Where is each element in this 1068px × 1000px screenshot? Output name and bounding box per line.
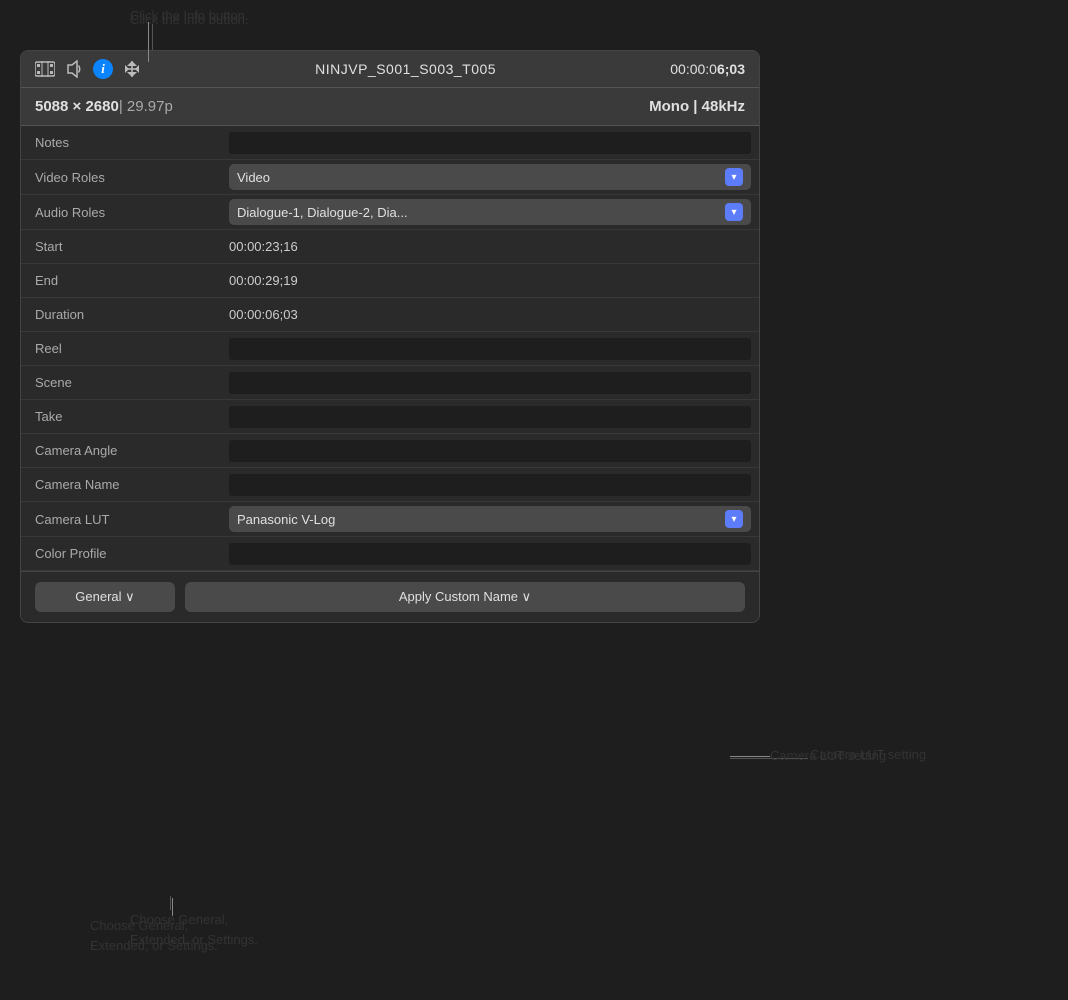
prop-label-0: Notes: [21, 129, 221, 156]
prop-label-5: Duration: [21, 301, 221, 328]
prop-row-color-profile: Color Profile: [21, 537, 759, 571]
prop-row-audio-roles: Audio Roles Dialogue-1, Dialogue-2, Dia..…: [21, 195, 759, 230]
prop-input-12[interactable]: [229, 543, 751, 565]
general-button[interactable]: General ∨: [35, 582, 175, 612]
prop-row-start: Start 00:00:23;16: [21, 230, 759, 264]
film-icon[interactable]: [35, 61, 55, 77]
prop-row-take: Take: [21, 400, 759, 434]
transform-icon[interactable]: [123, 60, 141, 78]
prop-row-camera-angle: Camera Angle: [21, 434, 759, 468]
prop-row-duration: Duration 00:00:06;03: [21, 298, 759, 332]
prop-dropdown-11[interactable]: Panasonic V-Log▾: [229, 506, 751, 532]
prop-label-9: Camera Angle: [21, 437, 221, 464]
toolbar: i NINJVP_S001_S003_T005 00:00:06;03: [21, 51, 759, 88]
clip-title: NINJVP_S001_S003_T005: [151, 61, 660, 77]
prop-label-3: Start: [21, 233, 221, 260]
general-ann-line: [172, 898, 173, 916]
resolution-info: 5088 × 2680| 29.97p: [35, 98, 173, 115]
prop-dropdown-1[interactable]: Video▾: [229, 164, 751, 190]
footer: General ∨ Apply Custom Name ∨: [21, 571, 759, 622]
prop-label-4: End: [21, 267, 221, 294]
prop-row-video-roles: Video Roles Video▾: [21, 160, 759, 195]
click-info-annotation-text: Click the Info button.: [130, 8, 249, 23]
prop-row-end: End 00:00:29;19: [21, 264, 759, 298]
prop-input-10[interactable]: [229, 474, 751, 496]
prop-row-camera-name: Camera Name: [21, 468, 759, 502]
prop-row-notes: Notes: [21, 126, 759, 160]
info-button[interactable]: i: [93, 59, 113, 79]
properties-list: Notes Video Roles Video▾ Audio Roles Dialogu…: [21, 126, 759, 571]
prop-label-7: Scene: [21, 369, 221, 396]
prop-text-4: 00:00:29;19: [229, 273, 298, 288]
prop-label-10: Camera Name: [21, 471, 221, 498]
prop-label-8: Take: [21, 403, 221, 430]
general-annotation-line: [170, 896, 171, 910]
prop-input-8[interactable]: [229, 406, 751, 428]
audio-icon[interactable]: [65, 60, 83, 78]
chevron-down-icon: ▾: [725, 510, 743, 528]
prop-input-7[interactable]: [229, 372, 751, 394]
audio-info: Mono | 48kHz: [649, 98, 745, 115]
camera-lut-annotation-text: Camera LUT setting: [770, 748, 886, 763]
prop-dropdown-2[interactable]: Dialogue-1, Dialogue-2, Dia...▾: [229, 199, 751, 225]
info-bar: 5088 × 2680| 29.97p Mono | 48kHz: [21, 88, 759, 126]
prop-text-5: 00:00:06;03: [229, 307, 298, 322]
camera-lut-ann-line: [730, 756, 770, 757]
prop-text-3: 00:00:23;16: [229, 239, 298, 254]
prop-row-camera-lut: Camera LUT Panasonic V-Log▾: [21, 502, 759, 537]
prop-label-11: Camera LUT: [21, 506, 221, 533]
timecode: 00:00:06;03: [670, 61, 745, 77]
chevron-down-icon: ▾: [725, 203, 743, 221]
prop-label-6: Reel: [21, 335, 221, 362]
prop-row-reel: Reel: [21, 332, 759, 366]
prop-label-12: Color Profile: [21, 540, 221, 567]
prop-row-scene: Scene: [21, 366, 759, 400]
click-info-line: [148, 22, 149, 62]
chevron-down-icon: ▾: [725, 168, 743, 186]
apply-custom-name-button[interactable]: Apply Custom Name ∨: [185, 582, 745, 612]
prop-input-6[interactable]: [229, 338, 751, 360]
prop-label-2: Audio Roles: [21, 199, 221, 226]
info-panel: i NINJVP_S001_S003_T005 00:00:06;03 5088…: [20, 50, 760, 623]
general-annotation-text: Choose General,Extended, or Settings.: [90, 916, 218, 955]
prop-label-1: Video Roles: [21, 164, 221, 191]
prop-input-0[interactable]: [229, 132, 751, 154]
prop-input-9[interactable]: [229, 440, 751, 462]
